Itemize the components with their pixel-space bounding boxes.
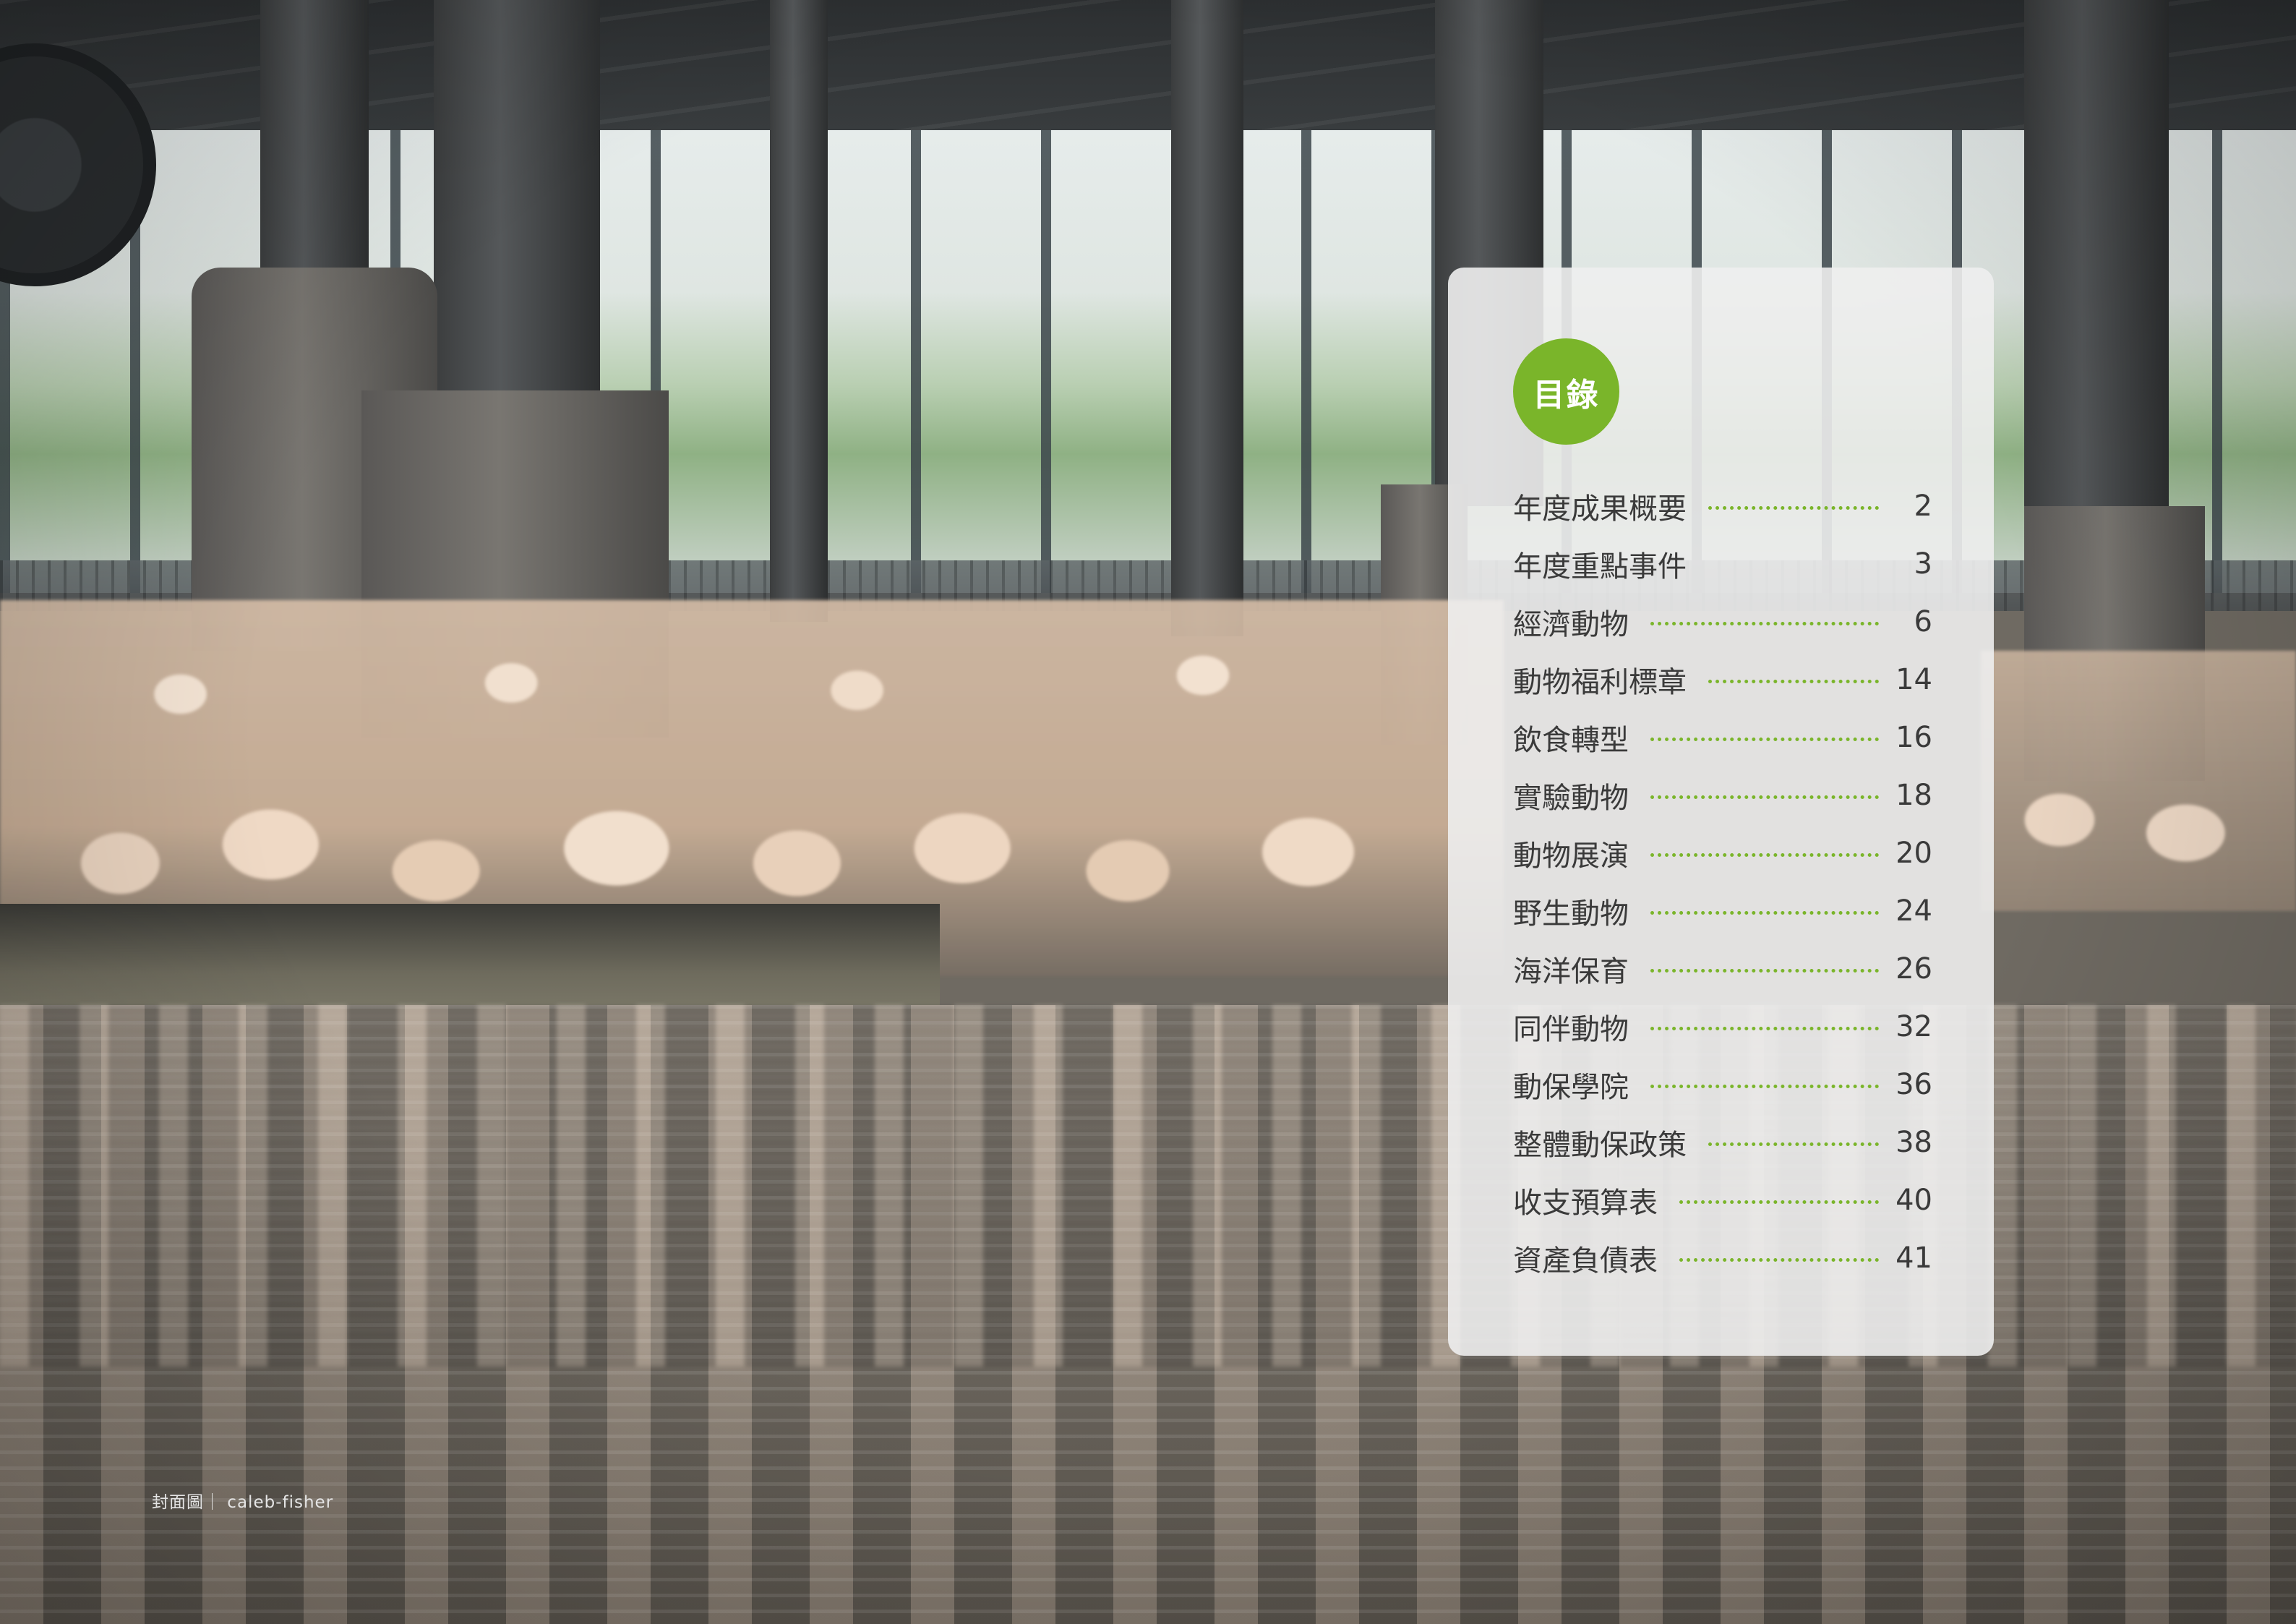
toc-item-label: 年度重點事件	[1513, 550, 1687, 584]
toc-dot-leader	[1650, 795, 1879, 799]
toc-item-label: 收支預算表	[1513, 1187, 1658, 1220]
toc-item-page-number: 32	[1896, 1010, 1932, 1043]
toc-item[interactable]: 資產負債表 41	[1513, 1229, 1932, 1287]
toc-title: 目錄	[1533, 376, 1600, 414]
toc-item-label: 同伴動物	[1513, 1013, 1629, 1046]
toc-dot-leader	[1650, 737, 1879, 741]
toc-item-label: 野生動物	[1513, 897, 1629, 931]
toc-item[interactable]: 動物福利標章 14	[1513, 651, 1932, 709]
toc-dot-leader	[1650, 1026, 1879, 1030]
toc-title-badge: 目錄	[1513, 338, 1619, 445]
toc-dot-leader	[1650, 1084, 1879, 1088]
toc-item[interactable]: 飲食轉型 16	[1513, 709, 1932, 766]
toc-item[interactable]: 收支預算表 40	[1513, 1171, 1932, 1229]
toc-item-label: 動物展演	[1513, 839, 1629, 873]
toc-item-label: 實驗動物	[1513, 782, 1629, 815]
toc-item-page-number: 6	[1914, 605, 1932, 638]
toc-item[interactable]: 同伴動物 32	[1513, 998, 1932, 1056]
toc-item-page-number: 2	[1914, 490, 1932, 523]
toc-dot-leader	[1650, 621, 1879, 625]
toc-item-page-number: 40	[1896, 1184, 1932, 1217]
toc-dot-leader	[1650, 910, 1879, 915]
toc-item-label: 經濟動物	[1513, 608, 1629, 641]
toc-dot-leader	[1650, 968, 1879, 973]
toc-item-label: 整體動保政策	[1513, 1129, 1687, 1162]
toc-item-page-number: 16	[1896, 721, 1932, 754]
toc-item-page-number: 18	[1896, 779, 1932, 812]
table-of-contents-panel: 目錄 年度成果概要 2 年度重點事件 3 經濟動物 6 動物福利標章 14 飲食轉型 16 實驗動物…	[1448, 268, 1994, 1356]
toc-item[interactable]: 海洋保育 26	[1513, 940, 1932, 998]
toc-item-label: 資產負債表	[1513, 1244, 1658, 1278]
toc-item-label: 動保學院	[1513, 1071, 1629, 1104]
cover-photo-credit: 封面圖｜ caleb-fisher	[152, 1493, 334, 1512]
toc-item-page-number: 36	[1896, 1068, 1932, 1101]
toc-item[interactable]: 動物展演 20	[1513, 824, 1932, 882]
toc-item[interactable]: 整體動保政策 38	[1513, 1114, 1932, 1171]
toc-item[interactable]: 經濟動物 6	[1513, 593, 1932, 651]
toc-item[interactable]: 年度成果概要 2	[1513, 477, 1932, 535]
toc-item[interactable]: 動保學院 36	[1513, 1056, 1932, 1114]
toc-item-page-number: 20	[1896, 837, 1932, 870]
toc-item-page-number: 41	[1896, 1241, 1932, 1275]
toc-item-label: 年度成果概要	[1513, 492, 1687, 526]
toc-dot-leader	[1650, 852, 1879, 857]
toc-dot-leader	[1708, 1142, 1879, 1146]
toc-item-page-number: 14	[1896, 663, 1932, 696]
toc-item[interactable]: 野生動物 24	[1513, 882, 1932, 940]
toc-item[interactable]: 實驗動物 18	[1513, 766, 1932, 824]
toc-item-page-number: 38	[1896, 1126, 1932, 1159]
toc-item-page-number: 3	[1914, 547, 1932, 581]
toc-item-page-number: 26	[1896, 952, 1932, 986]
toc-dot-leader	[1708, 679, 1879, 683]
toc-dot-leader	[1679, 1200, 1879, 1204]
toc-item[interactable]: 年度重點事件 3	[1513, 535, 1932, 593]
toc-item-label: 飲食轉型	[1513, 724, 1629, 757]
toc-item-label: 海洋保育	[1513, 955, 1629, 988]
toc-dot-leader	[1679, 1257, 1879, 1262]
toc-item-page-number: 24	[1896, 894, 1932, 928]
toc-list: 年度成果概要 2 年度重點事件 3 經濟動物 6 動物福利標章 14 飲食轉型 16 實驗動物 18 動…	[1513, 477, 1932, 1287]
toc-dot-leader	[1708, 505, 1879, 510]
toc-dot-leader	[1708, 564, 1879, 568]
toc-item-label: 動物福利標章	[1513, 666, 1687, 699]
